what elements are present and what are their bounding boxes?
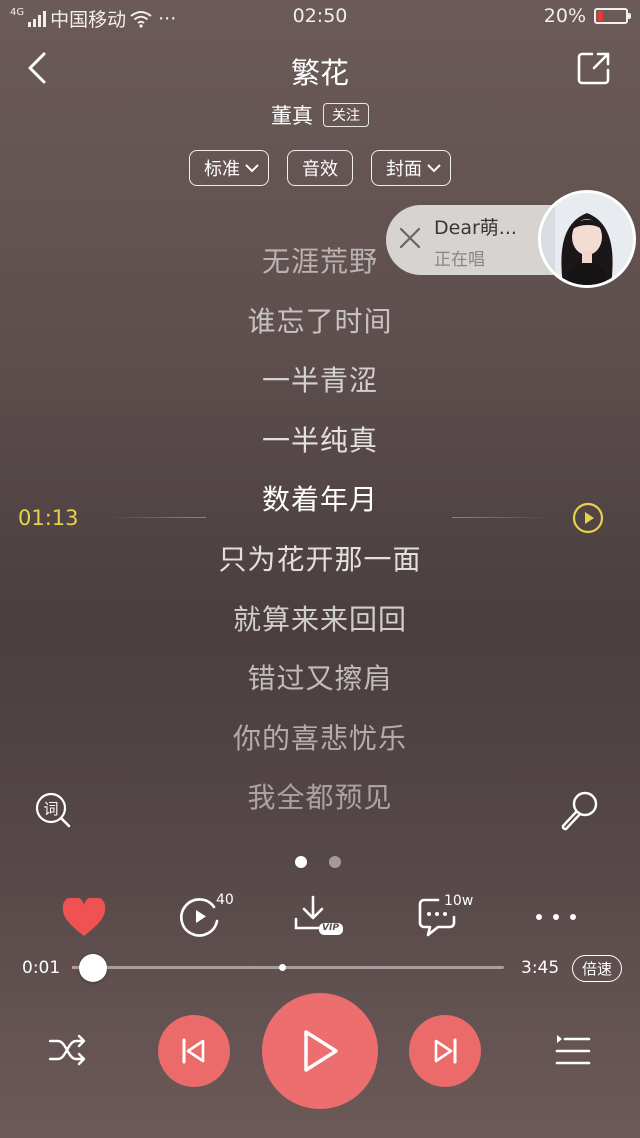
play-icon: [304, 1030, 338, 1072]
singing-status: 正在唱: [434, 250, 485, 270]
artist-row: 董真 关注: [0, 100, 640, 130]
progress-knob[interactable]: [78, 954, 107, 982]
lyric-line: 谁忘了时间: [247, 305, 393, 338]
microphone-icon[interactable]: [556, 790, 600, 834]
lyric-line: 只为花开那一面: [218, 543, 422, 576]
lyric-timeline-left: [106, 517, 206, 518]
playback-speed-button[interactable]: 倍速: [572, 955, 623, 982]
artist-name[interactable]: 董真: [271, 100, 313, 130]
quality-label: 标准: [204, 159, 240, 180]
status-bar: 4G 中国移动 ··· 02:50 20%: [0, 0, 640, 34]
previous-button[interactable]: [158, 1015, 230, 1087]
song-title: 繁花: [290, 56, 349, 90]
cover-label: 封面: [386, 159, 422, 180]
lyric-icon-text: 词: [43, 800, 58, 818]
skip-next-icon: [434, 1038, 457, 1064]
play-button[interactable]: [262, 993, 378, 1109]
lyric-line: 就算来来回回: [232, 603, 407, 636]
total-time: 3:45: [521, 958, 560, 978]
singer-avatar[interactable]: [538, 190, 636, 288]
heart-icon[interactable]: [62, 898, 106, 938]
lyric-current-time: 01:13: [18, 506, 79, 530]
buffer-marker: [279, 964, 286, 971]
play-from-line-icon[interactable]: [572, 502, 604, 534]
video-count: 40: [216, 892, 234, 908]
download-button[interactable]: VIP: [293, 895, 345, 937]
chevron-down-icon: [245, 164, 259, 173]
page-indicator-active: [295, 856, 307, 868]
chevron-down-icon: [427, 164, 441, 173]
cover-select[interactable]: 封面: [371, 150, 451, 186]
more-options-icon[interactable]: [534, 912, 578, 922]
battery-percent: 20%: [543, 5, 586, 27]
share-icon[interactable]: [576, 50, 612, 86]
sound-effect-label: 音效: [302, 159, 338, 180]
sound-effect-button[interactable]: 音效: [287, 150, 353, 186]
lyric-line: 你的喜悲忧乐: [232, 722, 407, 755]
lyric-line-current: 数着年月: [261, 483, 378, 516]
lyric-line: 一半纯真: [261, 424, 378, 457]
elapsed-time: 0:01: [22, 958, 61, 978]
progress-filled: [72, 966, 74, 969]
quality-select[interactable]: 标准: [189, 150, 269, 186]
lyric-settings-icon[interactable]: 词: [34, 791, 72, 829]
shuffle-icon[interactable]: [48, 1032, 88, 1068]
comment-button[interactable]: 10w: [416, 893, 482, 939]
skip-previous-icon: [182, 1038, 205, 1064]
battery-icon: [594, 8, 631, 24]
follow-button[interactable]: 关注: [323, 103, 369, 127]
video-button[interactable]: 40: [178, 892, 240, 939]
lyric-line: 错过又擦肩: [247, 662, 393, 695]
singer-name: Dear萌...: [434, 217, 517, 239]
comment-count: 10w: [444, 893, 474, 909]
vip-badge: VIP: [322, 923, 339, 933]
progress-track[interactable]: [72, 966, 504, 969]
lyric-timeline-right: [452, 517, 552, 518]
lyric-line: 我全都预见: [247, 781, 393, 814]
next-button[interactable]: [409, 1015, 481, 1087]
close-icon[interactable]: [398, 226, 422, 250]
playlist-icon[interactable]: [555, 1034, 591, 1068]
battery-fill: [597, 11, 603, 21]
battery-info: 20%: [543, 5, 631, 27]
lyric-line: 一半青涩: [261, 364, 378, 397]
option-buttons: 标准 音效 封面: [0, 150, 640, 186]
page-indicator-inactive: [329, 856, 341, 868]
